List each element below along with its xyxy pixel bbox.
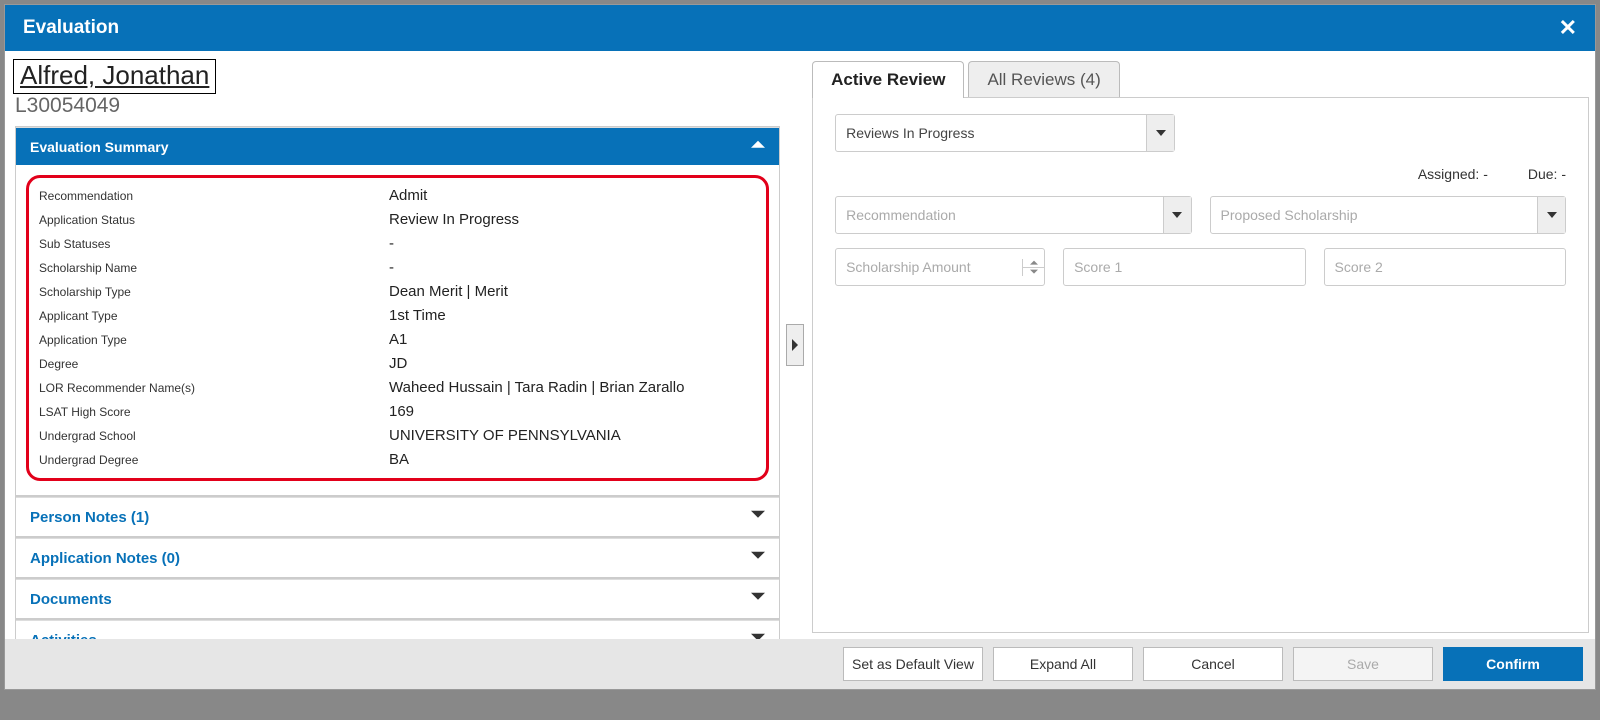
input-placeholder: Scholarship Amount <box>846 259 971 275</box>
summary-row: Application StatusReview In Progress <box>39 208 756 232</box>
right-scroll[interactable]: Active Review All Reviews (4) Reviews In… <box>806 51 1595 639</box>
spinner-down-icon[interactable] <box>1022 268 1044 276</box>
panel-header-activities[interactable]: Activities <box>16 620 779 639</box>
caret-right-icon <box>790 339 800 351</box>
panel-header-person-notes[interactable]: Person Notes (1) <box>16 497 779 536</box>
cancel-button[interactable]: Cancel <box>1143 647 1283 681</box>
evaluation-summary-body: RecommendationAdmit Application StatusRe… <box>16 165 779 495</box>
expand-all-button[interactable]: Expand All <box>993 647 1133 681</box>
save-button[interactable]: Save <box>1293 647 1433 681</box>
spinner-up-icon[interactable] <box>1022 259 1044 268</box>
applicant-id: L30054049 <box>15 94 784 118</box>
panel-activities: Activities <box>15 619 780 639</box>
summary-row: Scholarship TypeDean Merit | Merit <box>39 280 756 304</box>
content-area: Alfred, Jonathan L30054049 Evaluation Su… <box>5 51 1595 639</box>
chevron-down-icon <box>751 590 765 608</box>
review-panel: Reviews In Progress Assigned: - Due: - R… <box>812 97 1589 633</box>
panel-header-application-notes[interactable]: Application Notes (0) <box>16 538 779 577</box>
panel-title: Application Notes (0) <box>30 550 180 567</box>
chevron-up-icon <box>751 138 765 155</box>
assigned-label: Assigned: - <box>835 166 1528 182</box>
proposed-scholarship-select[interactable]: Proposed Scholarship <box>1210 196 1566 234</box>
review-status-select[interactable]: Reviews In Progress <box>835 114 1175 152</box>
summary-row: RecommendationAdmit <box>39 184 756 208</box>
tab-active-review[interactable]: Active Review <box>812 61 964 98</box>
recommendation-select[interactable]: Recommendation <box>835 196 1191 234</box>
panel-evaluation-summary: Evaluation Summary RecommendationAdmit A… <box>15 126 780 496</box>
right-pane: Active Review All Reviews (4) Reviews In… <box>806 51 1595 639</box>
summary-row: Sub Statuses- <box>39 232 756 256</box>
due-label: Due: - <box>1528 166 1566 182</box>
caret-down-icon <box>1163 197 1191 233</box>
summary-row: Application TypeA1 <box>39 328 756 352</box>
review-meta: Assigned: - Due: - <box>835 166 1566 182</box>
panel-documents: Documents <box>15 578 780 619</box>
left-pane: Alfred, Jonathan L30054049 Evaluation Su… <box>5 51 784 639</box>
pane-divider <box>784 51 806 639</box>
panel-header-documents[interactable]: Documents <box>16 579 779 618</box>
scholarship-amount-input[interactable]: Scholarship Amount <box>835 248 1045 286</box>
panel-title: Activities <box>30 632 97 640</box>
input-placeholder: Score 1 <box>1074 259 1122 275</box>
summary-row: Undergrad DegreeBA <box>39 448 756 472</box>
summary-row: Undergrad SchoolUNIVERSITY OF PENNSYLVAN… <box>39 424 756 448</box>
confirm-button[interactable]: Confirm <box>1443 647 1583 681</box>
collapse-toggle-button[interactable] <box>786 324 804 366</box>
summary-row: Applicant Type1st Time <box>39 304 756 328</box>
applicant-name-link[interactable]: Alfred, Jonathan <box>20 60 209 90</box>
caret-down-icon <box>1537 197 1565 233</box>
set-default-view-button[interactable]: Set as Default View <box>843 647 983 681</box>
select-placeholder: Recommendation <box>846 207 956 223</box>
panel-application-notes: Application Notes (0) <box>15 537 780 578</box>
title-bar: Evaluation ✕ <box>5 5 1595 51</box>
summary-row: DegreeJD <box>39 352 756 376</box>
select-value: Reviews In Progress <box>846 125 974 141</box>
summary-row: LSAT High Score169 <box>39 400 756 424</box>
select-placeholder: Proposed Scholarship <box>1221 207 1358 223</box>
chevron-down-icon <box>751 631 765 639</box>
close-icon[interactable]: ✕ <box>1559 15 1577 41</box>
summary-row: LOR Recommender Name(s)Waheed Hussain | … <box>39 376 756 400</box>
panel-header-evaluation-summary[interactable]: Evaluation Summary <box>16 127 779 165</box>
chevron-down-icon <box>751 508 765 526</box>
summary-highlight-box: RecommendationAdmit Application StatusRe… <box>26 175 769 481</box>
caret-down-icon <box>1146 115 1174 151</box>
applicant-name-box: Alfred, Jonathan <box>13 59 216 94</box>
panel-person-notes: Person Notes (1) <box>15 496 780 537</box>
score2-input[interactable]: Score 2 <box>1324 248 1566 286</box>
panel-title: Documents <box>30 591 112 608</box>
summary-row: Scholarship Name- <box>39 256 756 280</box>
panel-title: Person Notes (1) <box>30 509 149 526</box>
tab-all-reviews[interactable]: All Reviews (4) <box>968 61 1119 98</box>
modal-title: Evaluation <box>23 17 119 39</box>
footer-bar: Set as Default View Expand All Cancel Sa… <box>5 639 1595 689</box>
chevron-down-icon <box>751 549 765 567</box>
input-placeholder: Score 2 <box>1335 259 1383 275</box>
review-tabs: Active Review All Reviews (4) <box>812 61 1595 98</box>
left-scroll[interactable]: Alfred, Jonathan L30054049 Evaluation Su… <box>5 51 784 639</box>
evaluation-modal: Evaluation ✕ Alfred, Jonathan L30054049 … <box>4 4 1596 690</box>
score1-input[interactable]: Score 1 <box>1063 248 1305 286</box>
panel-title: Evaluation Summary <box>30 139 169 155</box>
number-spinner[interactable] <box>1022 259 1044 276</box>
